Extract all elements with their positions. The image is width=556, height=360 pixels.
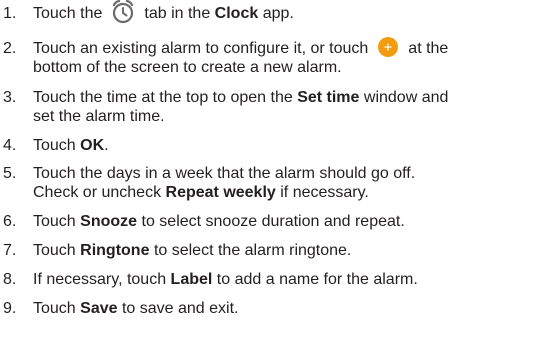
step-text: Touch the tab in the Clock app. bbox=[33, 0, 294, 24]
step-4: 4. Touch OK. bbox=[0, 136, 556, 156]
step-text-line2: bottom of the screen to create a new ala… bbox=[33, 59, 342, 76]
button-name: OK bbox=[80, 137, 105, 154]
step-number: 1. bbox=[3, 5, 17, 22]
step-number: 8. bbox=[3, 271, 17, 288]
step-number: 9. bbox=[3, 300, 17, 317]
step-number: 7. bbox=[3, 242, 17, 259]
step-number: 5. bbox=[3, 165, 17, 182]
step-3: 3. Touch the time at the top to open the… bbox=[0, 88, 556, 132]
step-text: Touch Save to save and exit. bbox=[33, 300, 239, 317]
step-text: Touch the time at the top to open the Se… bbox=[33, 89, 449, 106]
step-6: 6. Touch Snooze to select snooze duratio… bbox=[0, 212, 556, 232]
step-text: Touch the days in a week that the alarm … bbox=[33, 165, 416, 182]
step-text: If necessary, touch Label to add a name … bbox=[33, 271, 418, 288]
step-number: 4. bbox=[3, 137, 17, 154]
step-number: 6. bbox=[3, 213, 17, 230]
step-9: 9. Touch Save to save and exit. bbox=[0, 299, 556, 319]
alarm-clock-icon bbox=[110, 0, 136, 24]
app-name: Clock bbox=[214, 5, 259, 23]
step-text: Touch OK. bbox=[33, 137, 109, 154]
setting-name: Ringtone bbox=[80, 242, 150, 259]
step-1: 1. Touch the tab in the Clock app. bbox=[0, 0, 556, 28]
step-text-line2: Check or uncheck Repeat weekly if necess… bbox=[33, 184, 369, 201]
add-alarm-icon bbox=[378, 36, 399, 57]
step-2: 2. Touch an existing alarm to configure … bbox=[0, 36, 556, 83]
window-name: Set time bbox=[297, 89, 360, 106]
step-number: 3. bbox=[3, 89, 17, 106]
step-7: 7. Touch Ringtone to select the alarm ri… bbox=[0, 241, 556, 261]
step-number: 2. bbox=[3, 40, 17, 57]
setting-name: Label bbox=[170, 271, 213, 288]
step-8: 8. If necessary, touch Label to add a nam… bbox=[0, 270, 556, 290]
setting-name: Save bbox=[80, 300, 118, 317]
step-text: Touch an existing alarm to configure it,… bbox=[33, 36, 448, 59]
step-text: Touch Snooze to select snooze duration a… bbox=[33, 213, 405, 230]
step-text: Touch Ringtone to select the alarm ringt… bbox=[33, 242, 352, 259]
setting-name: Snooze bbox=[80, 213, 138, 230]
step-5: 5. Touch the days in a week that the ala… bbox=[0, 164, 556, 208]
option-name: Repeat weekly bbox=[165, 184, 276, 201]
step-text-line2: set the alarm time. bbox=[33, 108, 165, 125]
